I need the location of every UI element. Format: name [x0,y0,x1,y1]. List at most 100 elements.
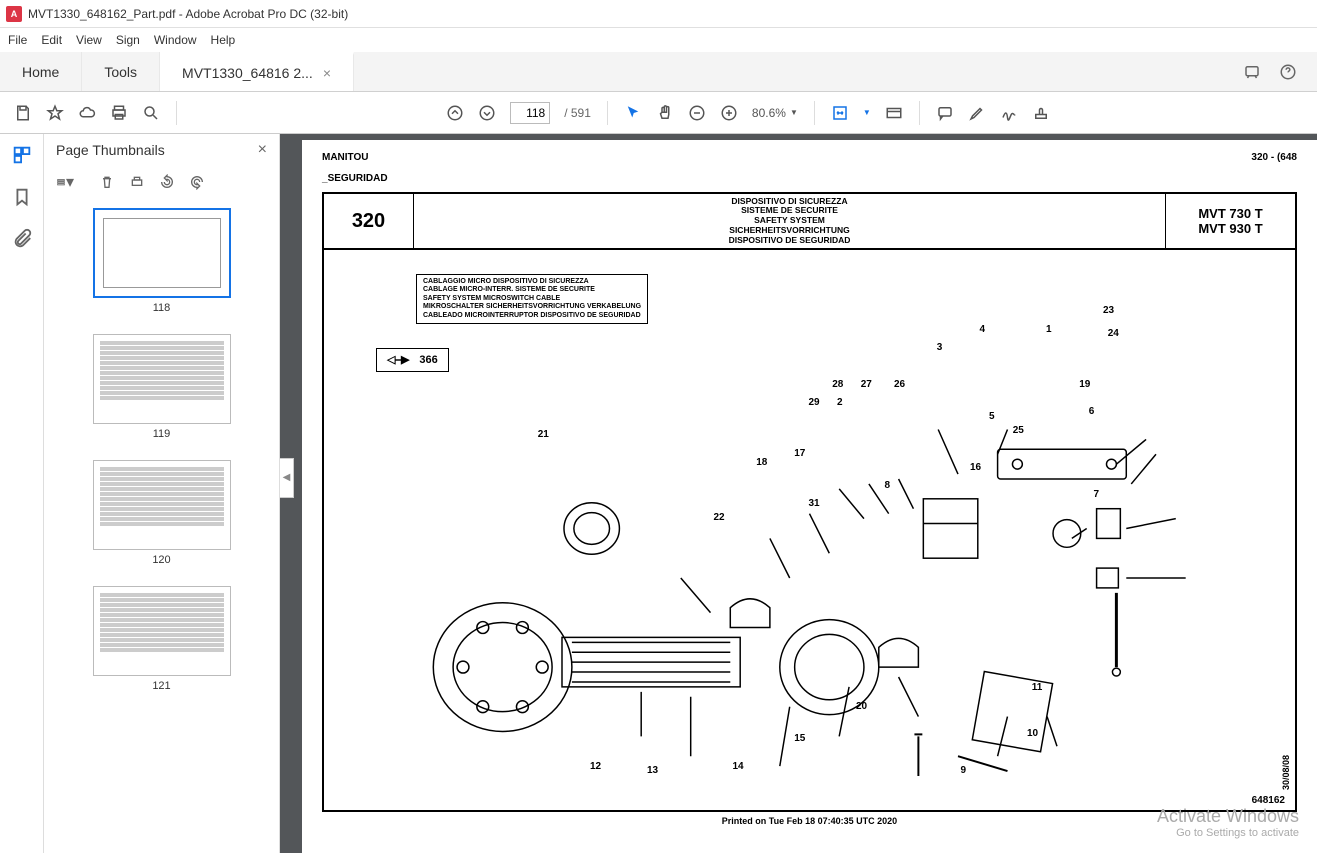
windows-watermark: Activate Windows Go to Settings to activ… [1157,806,1299,839]
callout-9: 9 [961,765,967,776]
zoom-dropdown[interactable]: 80.6% ▼ [752,106,798,120]
callout-4: 4 [980,324,986,335]
callout-17: 17 [794,448,805,459]
hand-tool-icon[interactable] [656,104,674,122]
menubar: File Edit View Sign Window Help [0,28,1317,52]
thumbnails-title: Page Thumbnails [56,142,165,158]
main-area: Page Thumbnails × ▾ 118119120121 ◀ MANIT… [0,134,1317,853]
page-footer: Printed on Tue Feb 18 07:40:35 UTC 2020 [322,816,1297,826]
thumbnails-rail-icon[interactable] [11,144,33,166]
thumbnail-119[interactable]: 119 [93,334,231,440]
menu-help[interactable]: Help [211,33,236,47]
callout-16: 16 [970,462,981,473]
zoom-in-icon[interactable] [720,104,738,122]
attachment-rail-icon[interactable] [11,228,33,250]
watermark-line2: Go to Settings to activate [1157,827,1299,839]
callout-6: 6 [1089,406,1095,417]
pdf-page: MANITOU 320 - (648 SEGURIDAD 320 DISPOSI… [302,140,1317,853]
thumbnail-118[interactable]: 118 [93,208,231,314]
tab-tools[interactable]: Tools [82,52,160,91]
callout-1: 1 [1046,324,1052,335]
callout-5: 5 [989,411,995,422]
thumbnail-120[interactable]: 120 [93,460,231,566]
fit-width-icon[interactable] [831,104,849,122]
page-down-icon[interactable] [478,104,496,122]
thumbnail-list: 118 119 120 121 [44,198,279,853]
separator [814,101,815,125]
tabbar: Home Tools MVT1330_64816 2... × [0,52,1317,92]
highlight-icon[interactable] [968,104,986,122]
thumbnails-tools: ▾ [44,166,279,198]
diagram-frame: 320 DISPOSITIVO DI SICUREZZASISTEME DE S… [322,192,1297,812]
read-mode-icon[interactable] [885,104,903,122]
tab-document[interactable]: MVT1330_64816 2... × [160,52,354,91]
comment-icon[interactable] [936,104,954,122]
diagram-number: 320 [324,194,414,248]
cloud-icon[interactable] [78,104,96,122]
callout-25: 25 [1013,425,1024,436]
thumbnails-close-icon[interactable]: × [258,141,267,159]
help-icon[interactable] [1279,63,1297,81]
thumbnail-label: 120 [152,554,170,566]
callout-14: 14 [733,761,744,772]
document-area[interactable]: ◀ MANITOU 320 - (648 SEGURIDAD 320 DISPO… [280,134,1317,853]
doc-brand: MANITOU [322,152,368,163]
menu-edit[interactable]: Edit [41,33,62,47]
callout-21: 21 [538,429,549,440]
print-icon[interactable] [110,104,128,122]
page-number-input[interactable] [510,102,550,124]
star-icon[interactable] [46,104,64,122]
collapse-panel-handle[interactable]: ◀ [280,458,294,498]
sign-icon[interactable] [1000,104,1018,122]
callout-18: 18 [756,457,767,468]
window-title: MVT1330_648162_Part.pdf - Adobe Acrobat … [28,7,348,21]
menu-sign[interactable]: Sign [116,33,140,47]
callout-10: 10 [1027,728,1038,739]
thumbnail-121[interactable]: 121 [93,586,231,692]
separator [919,101,920,125]
callout-2: 2 [837,397,843,408]
doc-page-ref: 320 - (648 [1251,152,1297,163]
callout-22: 22 [714,512,725,523]
callout-12: 12 [590,761,601,772]
separator [607,101,608,125]
save-icon[interactable] [14,104,32,122]
notification-icon[interactable] [1243,63,1261,81]
watermark-line1: Activate Windows [1157,806,1299,827]
zoom-out-icon[interactable] [688,104,706,122]
tab-close-icon[interactable]: × [323,65,331,81]
thumb-rotate-cw-icon[interactable] [188,173,206,191]
separator [176,101,177,125]
thumb-options-icon[interactable]: ▾ [56,173,74,191]
left-rail [0,134,44,853]
thumb-delete-icon[interactable] [98,173,116,191]
callout-15: 15 [794,733,805,744]
callout-24: 24 [1108,328,1119,339]
diagram-models: MVT 730 TMVT 930 T [1165,194,1295,248]
callout-11: 11 [1032,682,1043,693]
search-icon[interactable] [142,104,160,122]
fit-dropdown-icon[interactable]: ▼ [863,108,871,117]
stamp-icon[interactable] [1032,104,1050,122]
callout-28: 28 [832,379,843,390]
diagram-titles: DISPOSITIVO DI SICUREZZASISTEME DE SECUR… [414,194,1165,248]
app-icon: A [6,6,22,22]
menu-window[interactable]: Window [154,33,197,47]
bookmark-rail-icon[interactable] [11,186,33,208]
menu-file[interactable]: File [8,33,27,47]
thumbnail-label: 118 [153,302,171,314]
thumbnail-label: 121 [152,680,170,692]
select-tool-icon[interactable] [624,104,642,122]
tab-home[interactable]: Home [0,52,82,91]
thumb-print-icon[interactable] [128,173,146,191]
diagram-docnum: 648162 [1252,795,1285,806]
doc-section: SEGURIDAD [322,173,1297,184]
callout-27: 27 [861,379,872,390]
thumb-rotate-ccw-icon[interactable] [158,173,176,191]
menu-view[interactable]: View [76,33,102,47]
callout-26: 26 [894,379,905,390]
callout-31: 31 [809,498,820,509]
callout-8: 8 [885,480,891,491]
page-up-icon[interactable] [446,104,464,122]
callout-3: 3 [937,342,943,353]
